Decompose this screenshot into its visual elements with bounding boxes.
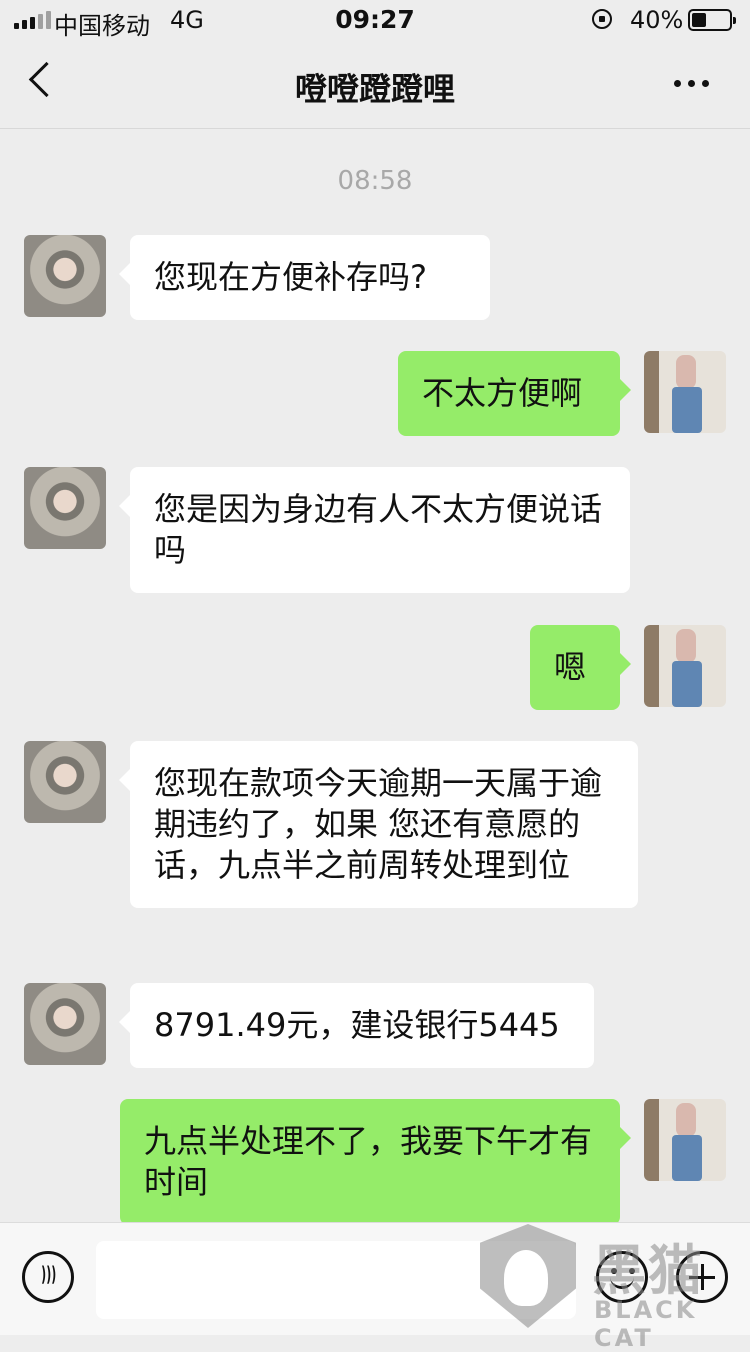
voice-input-icon[interactable] bbox=[22, 1251, 74, 1303]
emoji-icon[interactable] bbox=[596, 1251, 648, 1303]
message-timestamp: 08:58 bbox=[337, 166, 413, 196]
outgoing-message[interactable]: 不太方便啊 bbox=[398, 351, 631, 436]
more-actions-plus-icon[interactable] bbox=[676, 1251, 728, 1303]
contact-avatar[interactable] bbox=[24, 235, 106, 317]
contact-avatar[interactable] bbox=[24, 983, 106, 1065]
battery-percent: 40% bbox=[630, 6, 684, 34]
status-bar: 中国移动 4G 09:27 40% bbox=[0, 0, 750, 40]
my-avatar[interactable] bbox=[644, 1099, 726, 1181]
battery-icon bbox=[688, 9, 736, 31]
message-input[interactable] bbox=[96, 1241, 576, 1319]
incoming-message[interactable]: 您是因为身边有人不太方便说话吗 bbox=[119, 467, 630, 593]
contact-avatar[interactable] bbox=[24, 741, 106, 823]
more-options-icon[interactable] bbox=[674, 80, 709, 87]
my-avatar[interactable] bbox=[644, 625, 726, 707]
my-avatar[interactable] bbox=[644, 351, 726, 433]
chat-title: 噔噔蹬蹬哩 bbox=[294, 70, 455, 108]
incoming-message[interactable]: 8791.49元，建设银行5445 bbox=[119, 983, 594, 1068]
input-bar bbox=[0, 1222, 750, 1335]
rotation-lock-icon bbox=[592, 9, 612, 29]
incoming-message[interactable]: 您现在款项今天逾期一天属于逾期违约了，如果 您还有意愿的话，九点半之前周转处理到… bbox=[119, 741, 638, 908]
contact-avatar[interactable] bbox=[24, 467, 106, 549]
chat-header: 噔噔蹬蹬哩 bbox=[0, 40, 750, 129]
outgoing-message[interactable]: 九点半处理不了，我要下午才有时间 bbox=[120, 1099, 631, 1225]
incoming-message[interactable]: 您现在方便补存吗? bbox=[119, 235, 490, 320]
outgoing-message[interactable]: 嗯 bbox=[530, 625, 631, 710]
